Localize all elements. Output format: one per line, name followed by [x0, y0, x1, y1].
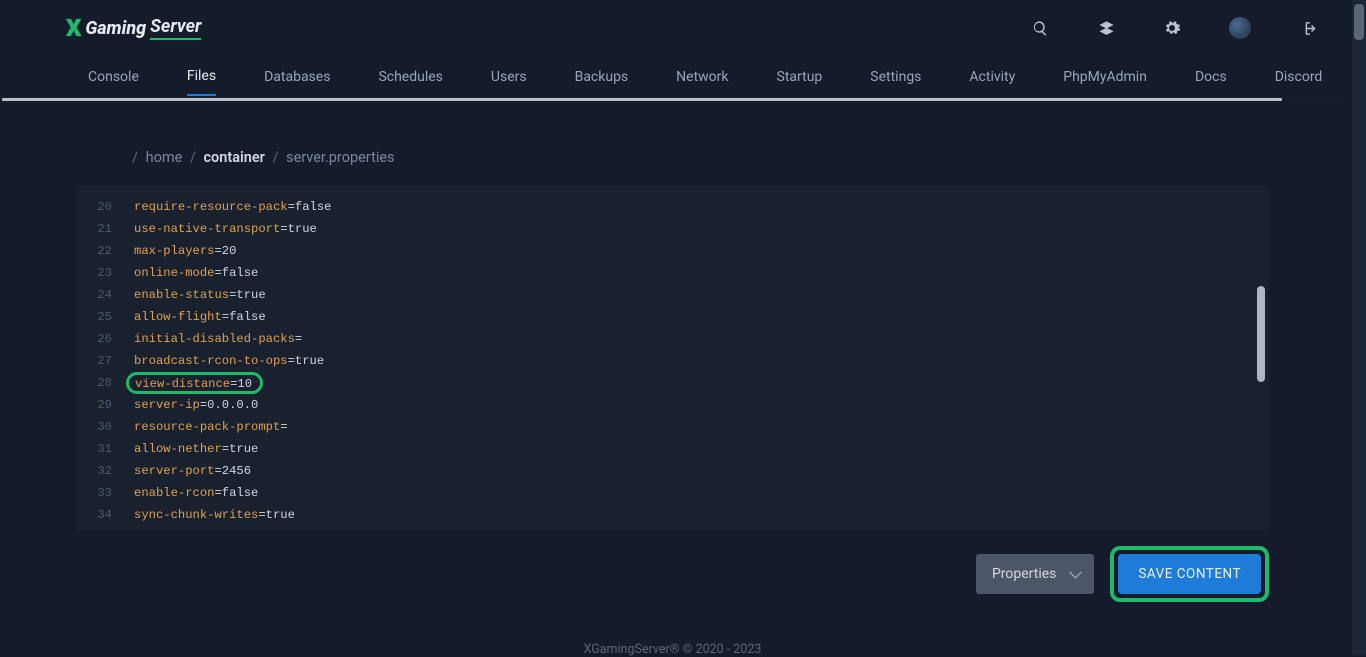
code-line[interactable]: require-resource-pack=false — [134, 196, 1255, 218]
editor-code[interactable]: require-resource-pack=falseuse-native-tr… — [122, 186, 1255, 530]
breadcrumb-separator: / — [190, 149, 196, 166]
code-line[interactable]: max-players=20 — [134, 240, 1255, 262]
line-number: 33 — [76, 482, 112, 504]
code-line[interactable]: online-mode=false — [134, 262, 1255, 284]
save-button-highlight: SAVE CONTENT — [1110, 546, 1269, 602]
line-number: 31 — [76, 438, 112, 460]
tab-files[interactable]: Files — [187, 58, 216, 96]
line-number: 34 — [76, 504, 112, 526]
editor-controls: Properties SAVE CONTENT — [0, 530, 1345, 602]
highlighted-line: view-distance=10 — [126, 372, 263, 394]
line-number: 32 — [76, 460, 112, 482]
line-number: 21 — [76, 218, 112, 240]
tab-discord[interactable]: Discord — [1275, 59, 1323, 95]
page-scrollbar-track[interactable] — [1352, 0, 1366, 655]
tab-network[interactable]: Network — [676, 59, 728, 95]
tab-activity[interactable]: Activity — [969, 59, 1015, 95]
line-number: 30 — [76, 416, 112, 438]
top-icon-bar — [1031, 17, 1317, 39]
nav-tabs: Console Files Databases Schedules Users Backu… — [0, 56, 1345, 98]
search-icon[interactable] — [1031, 19, 1049, 37]
page-scrollbar-thumb[interactable] — [1354, 4, 1364, 40]
tab-console[interactable]: Console — [88, 59, 139, 95]
code-line[interactable]: initial-disabled-packs= — [134, 328, 1255, 350]
line-number: 29 — [76, 394, 112, 416]
tab-databases[interactable]: Databases — [264, 59, 330, 95]
line-number: 22 — [76, 240, 112, 262]
line-number: 28 — [76, 372, 112, 394]
tab-settings[interactable]: Settings — [870, 59, 921, 95]
loading-bar — [2, 98, 1282, 101]
sign-out-icon[interactable] — [1299, 19, 1317, 37]
breadcrumb-part: server.properties — [286, 149, 394, 166]
syntax-mode-select[interactable]: Properties — [976, 554, 1094, 594]
tab-phpmyadmin[interactable]: PhpMyAdmin — [1063, 59, 1147, 95]
tab-docs[interactable]: Docs — [1195, 59, 1227, 95]
code-line[interactable]: server-port=2456 — [134, 460, 1255, 482]
tab-startup[interactable]: Startup — [777, 59, 823, 95]
code-line[interactable]: allow-nether=true — [134, 438, 1255, 460]
editor-gutter: 202122232425262728293031323334 — [76, 186, 122, 530]
avatar[interactable] — [1229, 17, 1251, 39]
breadcrumb: / home / container / server.properties — [0, 101, 1345, 186]
code-line[interactable]: allow-flight=false — [134, 306, 1255, 328]
code-line[interactable]: server-ip=0.0.0.0 — [134, 394, 1255, 416]
line-number: 26 — [76, 328, 112, 350]
line-number: 23 — [76, 262, 112, 284]
editor-scrollbar[interactable] — [1257, 286, 1265, 382]
code-line[interactable]: view-distance=10 — [134, 372, 1255, 394]
tab-users[interactable]: Users — [491, 59, 527, 95]
syntax-mode-label: Properties — [992, 566, 1056, 582]
line-number: 25 — [76, 306, 112, 328]
line-number: 24 — [76, 284, 112, 306]
logo-text-gaming: Gaming — [85, 18, 146, 39]
code-line[interactable]: use-native-transport=true — [134, 218, 1255, 240]
code-line[interactable]: sync-chunk-writes=true — [134, 504, 1255, 526]
line-number: 27 — [76, 350, 112, 372]
code-editor[interactable]: 202122232425262728293031323334 require-r… — [76, 186, 1269, 530]
code-line[interactable]: broadcast-rcon-to-ops=true — [134, 350, 1255, 372]
tab-backups[interactable]: Backups — [575, 59, 629, 95]
logo-mark-icon: X — [66, 14, 79, 42]
code-line[interactable]: resource-pack-prompt= — [134, 416, 1255, 438]
topbar: X Gaming Server — [0, 0, 1345, 56]
breadcrumb-part[interactable]: home — [146, 149, 183, 166]
breadcrumb-part[interactable]: container — [203, 149, 264, 166]
tab-schedules[interactable]: Schedules — [378, 59, 442, 95]
code-line[interactable]: enable-status=true — [134, 284, 1255, 306]
save-content-button[interactable]: SAVE CONTENT — [1118, 554, 1261, 594]
line-number: 20 — [76, 196, 112, 218]
logo[interactable]: X Gaming Server — [66, 14, 201, 42]
settings-icon[interactable] — [1163, 19, 1181, 37]
breadcrumb-separator: / — [273, 149, 279, 166]
footer-text: XGamingServer® © 2020 - 2023 — [0, 602, 1345, 657]
layers-icon[interactable] — [1097, 19, 1115, 37]
breadcrumb-separator: / — [132, 149, 138, 166]
logo-text-server: Server — [150, 16, 201, 40]
code-line[interactable]: enable-rcon=false — [134, 482, 1255, 504]
